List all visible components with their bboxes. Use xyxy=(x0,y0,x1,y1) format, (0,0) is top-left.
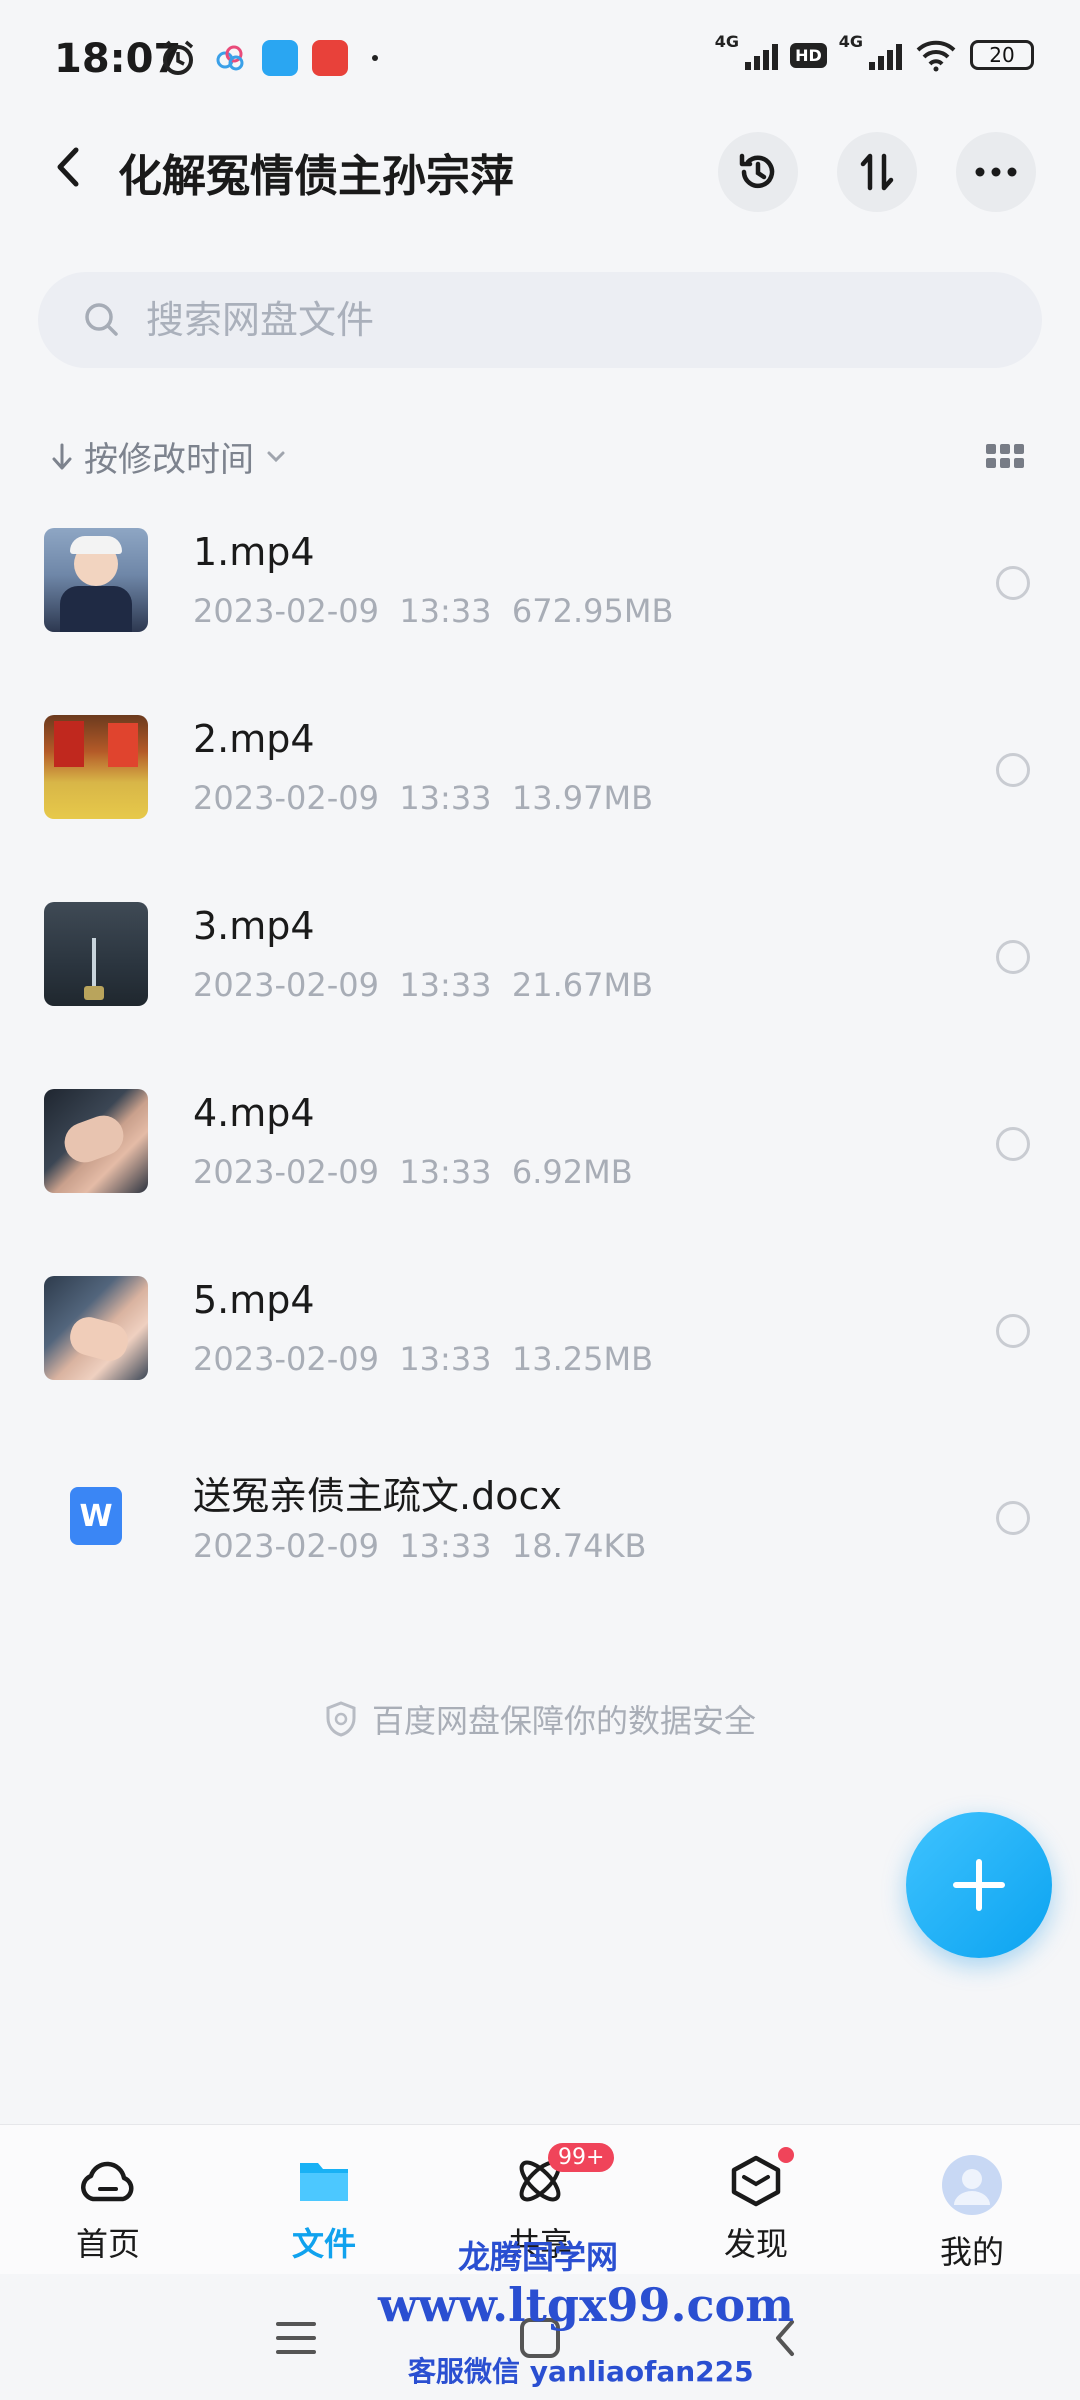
file-meta: 2023-02-09 13:33 6.92MB xyxy=(193,1153,633,1191)
watermark-line-2: www.ltgx99.com xyxy=(378,2278,794,2332)
tab-files[interactable]: 文件 xyxy=(244,2155,404,2265)
signal-icon-2 xyxy=(869,40,902,70)
file-meta: 2023-02-09 13:33 672.95MB xyxy=(193,592,674,630)
word-doc-icon: W xyxy=(70,1487,122,1545)
file-row[interactable]: 5.mp4 2023-02-09 13:33 13.25MB xyxy=(0,1268,1080,1455)
file-name: 4.mp4 xyxy=(193,1091,315,1135)
discover-cube-icon xyxy=(731,2155,781,2207)
select-radio[interactable] xyxy=(996,940,1030,974)
history-button[interactable] xyxy=(718,132,798,212)
notification-dot xyxy=(778,2147,794,2163)
more-button[interactable] xyxy=(956,132,1036,212)
tab-label: 首页 xyxy=(75,2225,140,2263)
taobao-app-icon xyxy=(312,40,348,76)
battery-level: 20 xyxy=(989,43,1015,67)
select-radio[interactable] xyxy=(996,753,1030,787)
select-radio[interactable] xyxy=(996,1127,1030,1161)
search-icon xyxy=(85,303,118,336)
watermark-line-3: 客服微信 yanliaofan225 xyxy=(408,2355,754,2388)
wifi-icon xyxy=(916,40,956,72)
plus-icon xyxy=(953,1859,1005,1911)
search-input[interactable] xyxy=(144,297,948,343)
video-thumbnail xyxy=(44,902,148,1006)
security-note-text: 百度网盘保障你的数据安全 xyxy=(371,1702,756,1740)
file-name: 送冤亲债主疏文.docx xyxy=(193,1474,562,1518)
file-row[interactable]: 2.mp4 2023-02-09 13:33 13.97MB xyxy=(0,707,1080,894)
more-notifications-dot-icon xyxy=(372,55,378,61)
grid-view-icon[interactable] xyxy=(986,444,1024,472)
tab-home[interactable]: 首页 xyxy=(28,2155,188,2265)
sort-down-arrow-icon xyxy=(52,443,72,469)
transfer-button[interactable] xyxy=(837,132,917,212)
network-type-2: 4G xyxy=(838,31,863,51)
cloud-home-icon xyxy=(81,2161,134,2202)
select-radio[interactable] xyxy=(996,1501,1030,1535)
network-type: 4G xyxy=(714,31,740,51)
search-box[interactable] xyxy=(38,272,1042,368)
sort-selector[interactable]: 按修改时间 xyxy=(50,432,288,481)
file-name: 2.mp4 xyxy=(193,717,315,761)
select-radio[interactable] xyxy=(996,1314,1030,1348)
tab-label: 文件 xyxy=(291,2225,356,2263)
video-thumbnail xyxy=(44,1089,148,1193)
select-radio[interactable] xyxy=(996,566,1030,600)
file-meta: 2023-02-09 13:33 21.67MB xyxy=(193,966,654,1004)
avatar xyxy=(942,2155,1002,2215)
video-thumbnail xyxy=(44,1276,148,1380)
watermark-line-1: 龙腾国学网 xyxy=(458,2238,619,2276)
add-button[interactable] xyxy=(906,1812,1052,1958)
file-name: 1.mp4 xyxy=(193,530,315,574)
sort-label: 按修改时间 xyxy=(84,440,254,480)
cloud-app-icon xyxy=(216,45,244,71)
history-icon xyxy=(739,153,775,189)
signal-icon xyxy=(745,40,779,70)
file-meta: 2023-02-09 13:33 13.25MB xyxy=(193,1340,654,1378)
file-name: 5.mp4 xyxy=(193,1278,315,1322)
transfer-icon xyxy=(860,153,894,191)
file-meta: 2023-02-09 13:33 18.74KB xyxy=(193,1527,647,1565)
hd-badge: HD xyxy=(790,42,827,68)
video-thumbnail xyxy=(44,528,148,632)
share-badge: 99+ xyxy=(548,2143,615,2172)
file-meta: 2023-02-09 13:33 13.97MB xyxy=(193,779,654,817)
file-row[interactable]: 1.mp4 2023-02-09 13:33 672.95MB xyxy=(0,520,1080,707)
status-bar: 18:07 4G HD 4G 20 xyxy=(0,0,1080,120)
chevron-down-icon xyxy=(267,451,285,462)
file-row[interactable]: W 送冤亲债主疏文.docx 2023-02-09 13:33 18.74KB xyxy=(0,1455,1080,1642)
file-name: 3.mp4 xyxy=(193,904,315,948)
more-dots-icon xyxy=(975,167,1017,177)
file-list: 1.mp4 2023-02-09 13:33 672.95MB 2.mp4 20… xyxy=(0,520,1080,1642)
status-right: 4G HD 4G 20 xyxy=(715,32,1034,72)
menu-icon[interactable] xyxy=(274,2318,318,2358)
alarm-icon xyxy=(162,40,194,75)
status-app-icons xyxy=(158,38,378,78)
tab-label: 发现 xyxy=(723,2225,788,2263)
tab-label: 我的 xyxy=(939,2233,1004,2271)
tab-me[interactable]: 我的 xyxy=(892,2155,1052,2273)
file-row[interactable]: 3.mp4 2023-02-09 13:33 21.67MB xyxy=(0,894,1080,1081)
shield-icon xyxy=(326,1701,356,1737)
video-thumbnail xyxy=(44,715,148,819)
tab-discover[interactable]: 发现 xyxy=(676,2147,836,2265)
back-arrow-icon[interactable] xyxy=(44,142,94,192)
page-title: 化解冤情债主孙宗萍 xyxy=(118,151,514,202)
battery-icon: 20 xyxy=(970,40,1034,70)
security-note: 百度网盘保障你的数据安全 xyxy=(0,1696,1080,1742)
blue-app-icon xyxy=(262,40,298,76)
top-bar: 化解冤情债主孙宗萍 xyxy=(0,120,1080,220)
file-row[interactable]: 4.mp4 2023-02-09 13:33 6.92MB xyxy=(0,1081,1080,1268)
folder-icon xyxy=(300,2163,348,2201)
